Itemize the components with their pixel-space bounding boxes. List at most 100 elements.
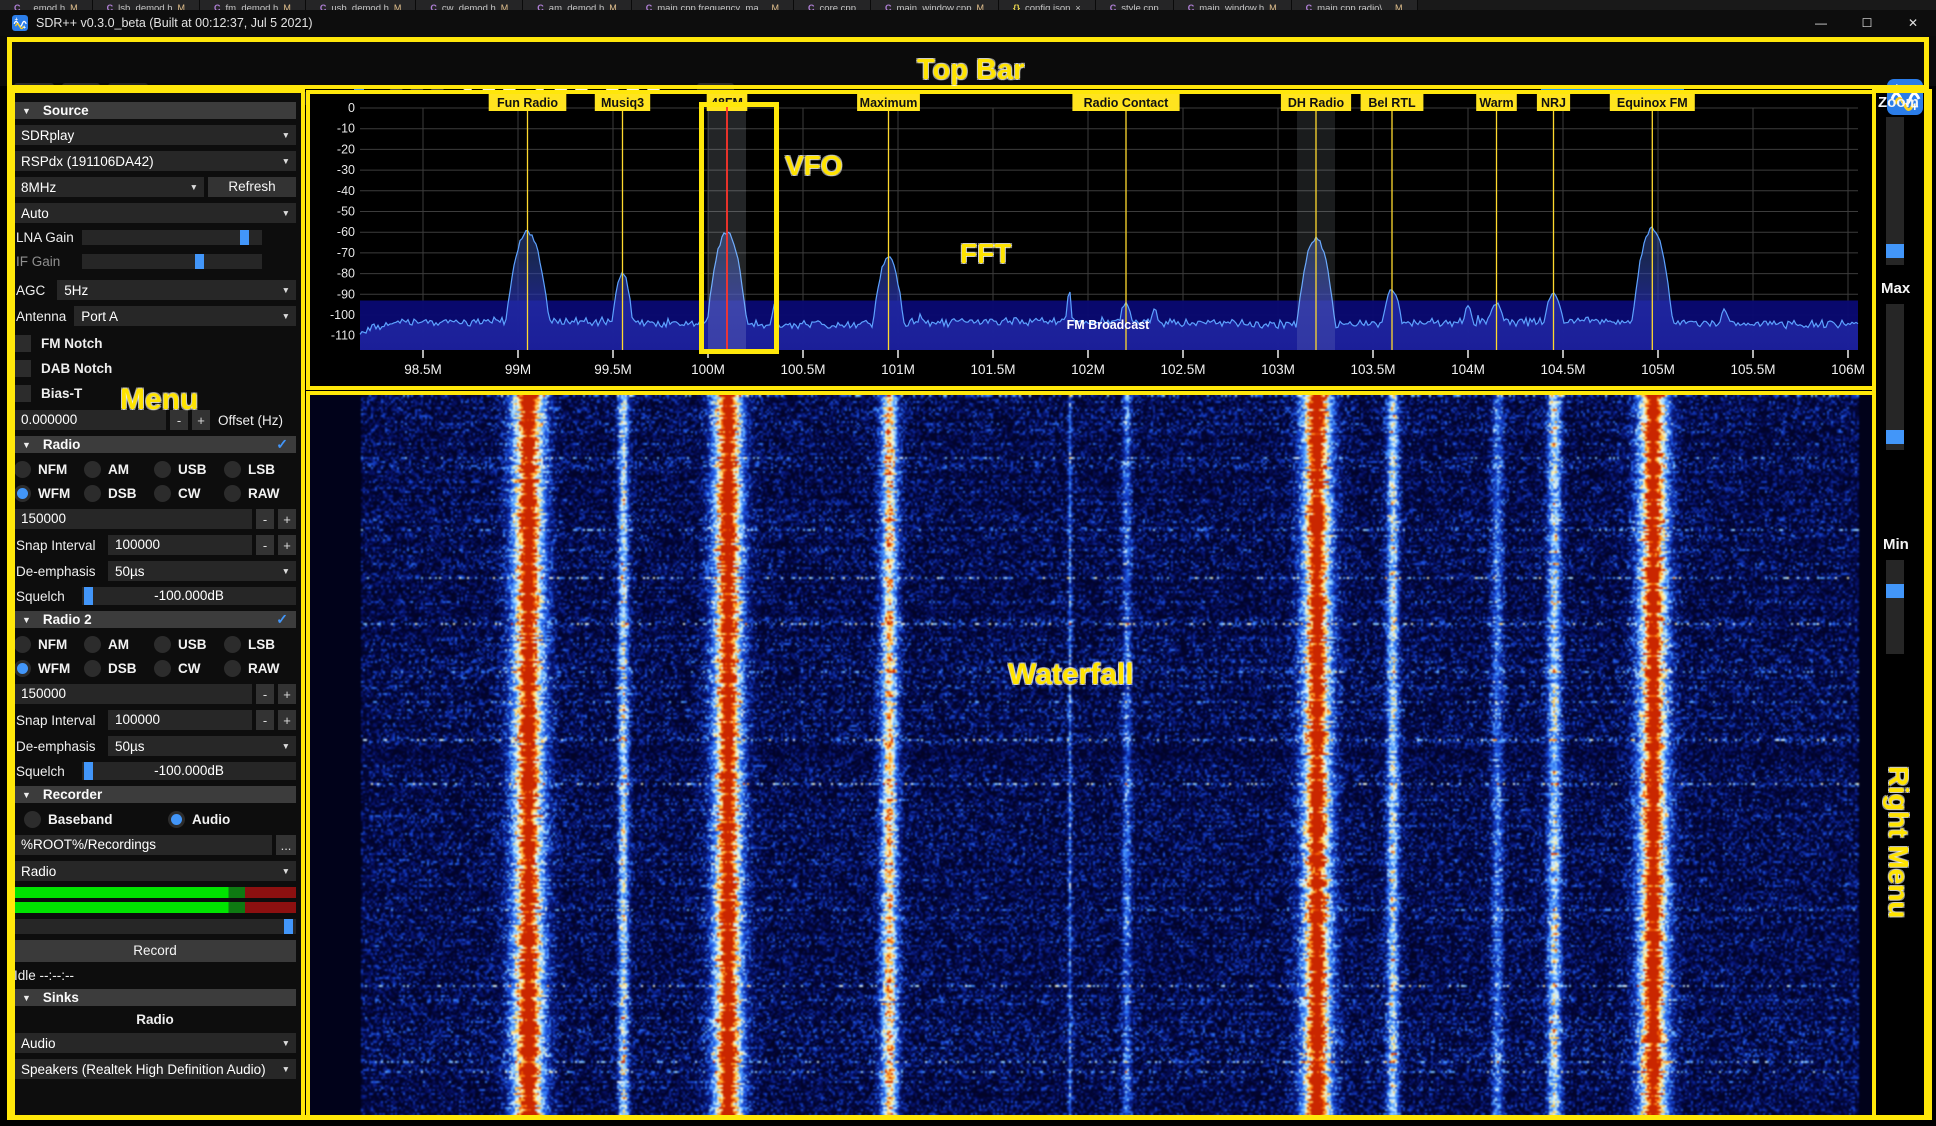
- bandwidth-decrement-button[interactable]: -: [256, 509, 274, 529]
- antenna-select[interactable]: Port A ▼: [74, 306, 296, 326]
- samplerate-select[interactable]: 8MHz ▼: [14, 177, 204, 197]
- min-slider[interactable]: [1886, 560, 1904, 654]
- if-gain-slider[interactable]: [82, 254, 262, 269]
- ide-tab[interactable]: C...emod.hM: [0, 0, 93, 10]
- bandwidth-input[interactable]: 150000: [14, 509, 252, 529]
- fm-notch-checkbox[interactable]: [14, 335, 31, 352]
- offset-input[interactable]: 0.000000: [14, 410, 166, 430]
- radio2-section-header[interactable]: ▼ Radio 2 ✓: [14, 611, 296, 628]
- minimize-button[interactable]: —: [1798, 10, 1844, 36]
- ide-tab[interactable]: Cmain.cpp frequency_ma...M: [632, 0, 794, 10]
- ide-tab[interactable]: {}config.json×: [999, 0, 1096, 10]
- mode-option-dsb[interactable]: DSB: [84, 658, 154, 678]
- snap-interval-input[interactable]: 100000: [108, 535, 252, 555]
- snap-increment-button[interactable]: +: [278, 535, 296, 555]
- close-icon[interactable]: ×: [1075, 3, 1080, 10]
- recorder-section-header[interactable]: ▼ Recorder: [14, 786, 296, 803]
- file-type-icon: C: [14, 3, 21, 10]
- sink-device-select[interactable]: Speakers (Realtek High Definition Audio)…: [14, 1059, 296, 1079]
- ide-tab[interactable]: Cusb_demod.hM: [306, 0, 417, 10]
- max-slider[interactable]: [1886, 304, 1904, 450]
- recorder-volume-handle[interactable]: [284, 919, 293, 934]
- recordings-path-input[interactable]: %ROOT%/Recordings: [14, 835, 272, 855]
- record-button[interactable]: Record: [14, 940, 296, 962]
- snap-decrement-button[interactable]: -: [256, 535, 274, 555]
- fft-display[interactable]: Fun RadioMusiq348FMMaximumRadio ContactD…: [307, 92, 1873, 388]
- radio-section-header[interactable]: ▼ Radio ✓: [14, 436, 296, 453]
- mode-option-cw[interactable]: CW: [154, 483, 224, 503]
- agc-select[interactable]: 5Hz ▼: [57, 280, 296, 300]
- offset-decrement-button[interactable]: -: [170, 410, 188, 430]
- bandwidth2-input[interactable]: 150000: [14, 684, 252, 704]
- ide-tab[interactable]: Cfm_demod.hM: [200, 0, 306, 10]
- source-section-header[interactable]: ▼ Source: [14, 102, 296, 119]
- maximize-button[interactable]: ☐: [1844, 10, 1890, 36]
- ide-tab[interactable]: Ccw_demod.hM: [416, 0, 523, 10]
- mode-option-usb[interactable]: USB: [154, 459, 224, 479]
- ide-tab[interactable]: Cmain_window.hM: [1174, 0, 1292, 10]
- squelch2-slider[interactable]: -100.000dB: [82, 762, 296, 780]
- source-device-select[interactable]: RSPdx (191106DA42) ▼: [14, 151, 296, 171]
- chevron-down-icon: ▼: [282, 156, 290, 166]
- offset-increment-button[interactable]: +: [192, 410, 210, 430]
- mode-option-cw[interactable]: CW: [154, 658, 224, 678]
- bandwidth2-decrement-button[interactable]: -: [256, 684, 274, 704]
- deemphasis-select[interactable]: 50µs ▼: [108, 561, 296, 581]
- ide-tab[interactable]: Cmain.cpp radio\...M: [1292, 0, 1418, 10]
- lna-gain-handle[interactable]: [240, 230, 249, 245]
- sinks-section-header[interactable]: ▼ Sinks: [14, 989, 296, 1006]
- recorder-audio-option[interactable]: Audio: [168, 809, 230, 829]
- mode-option-nfm[interactable]: NFM: [14, 459, 84, 479]
- squelch-handle[interactable]: [84, 587, 93, 605]
- window-titlebar[interactable]: + + SDR++ v0.3.0_beta (Built at 00:12:37…: [0, 10, 1936, 36]
- radio-circle-icon: [84, 636, 101, 653]
- mode-option-am[interactable]: AM: [84, 459, 154, 479]
- bias-t-checkbox[interactable]: [14, 385, 31, 402]
- squelch-slider[interactable]: -100.000dB: [82, 587, 296, 605]
- deemphasis2-select[interactable]: 50µs ▼: [108, 736, 296, 756]
- mode-label: WFM: [38, 486, 70, 501]
- squelch2-handle[interactable]: [84, 762, 93, 780]
- mode-option-usb[interactable]: USB: [154, 634, 224, 654]
- dab-notch-checkbox[interactable]: [14, 360, 31, 377]
- mode-option-raw[interactable]: RAW: [224, 658, 296, 678]
- file-type-icon: C: [646, 3, 653, 10]
- mode-option-am[interactable]: AM: [84, 634, 154, 654]
- snap2-decrement-button[interactable]: -: [256, 710, 274, 730]
- mode-option-dsb[interactable]: DSB: [84, 483, 154, 503]
- ide-tab[interactable]: Cmain_window.cppM: [871, 0, 999, 10]
- if-gain-handle[interactable]: [195, 254, 204, 269]
- ide-tab[interactable]: Clsb_demod.hM: [93, 0, 200, 10]
- close-button[interactable]: ✕: [1890, 10, 1936, 36]
- mode-option-wfm[interactable]: WFM: [14, 483, 84, 503]
- snap-interval2-input[interactable]: 100000: [108, 710, 252, 730]
- refresh-button[interactable]: Refresh: [208, 177, 296, 197]
- freq-axis-label: 100M: [691, 362, 725, 377]
- zoom-slider-handle[interactable]: [1886, 244, 1904, 258]
- recorder-volume-slider[interactable]: [14, 919, 296, 934]
- ide-tab[interactable]: Ccore.cpp: [794, 0, 871, 10]
- recorder-stream-select[interactable]: Radio ▼: [14, 861, 296, 881]
- max-slider-handle[interactable]: [1886, 430, 1904, 444]
- lna-gain-slider[interactable]: [82, 230, 262, 245]
- mode-option-nfm[interactable]: NFM: [14, 634, 84, 654]
- mode-option-raw[interactable]: RAW: [224, 483, 296, 503]
- mode-option-lsb[interactable]: LSB: [224, 459, 296, 479]
- mode-option-wfm[interactable]: WFM: [14, 658, 84, 678]
- source-driver-select[interactable]: SDRplay ▼: [14, 125, 296, 145]
- bandwidth-increment-button[interactable]: +: [278, 509, 296, 529]
- if-mode-select[interactable]: Auto ▼: [14, 203, 296, 223]
- module-enabled-check-icon[interactable]: ✓: [276, 611, 288, 628]
- ide-tab[interactable]: Cstyle.cpp: [1096, 0, 1174, 10]
- mode-option-lsb[interactable]: LSB: [224, 634, 296, 654]
- min-slider-handle[interactable]: [1886, 584, 1904, 598]
- browse-button[interactable]: ...: [276, 835, 296, 855]
- ide-tab[interactable]: Cam_demod.hM: [523, 0, 631, 10]
- snap2-increment-button[interactable]: +: [278, 710, 296, 730]
- zoom-slider[interactable]: [1886, 117, 1904, 265]
- sink-type-select[interactable]: Audio ▼: [14, 1033, 296, 1053]
- module-enabled-check-icon[interactable]: ✓: [276, 436, 288, 453]
- bandwidth2-increment-button[interactable]: +: [278, 684, 296, 704]
- waterfall-display[interactable]: [307, 395, 1873, 1117]
- recorder-baseband-option[interactable]: Baseband: [24, 809, 164, 829]
